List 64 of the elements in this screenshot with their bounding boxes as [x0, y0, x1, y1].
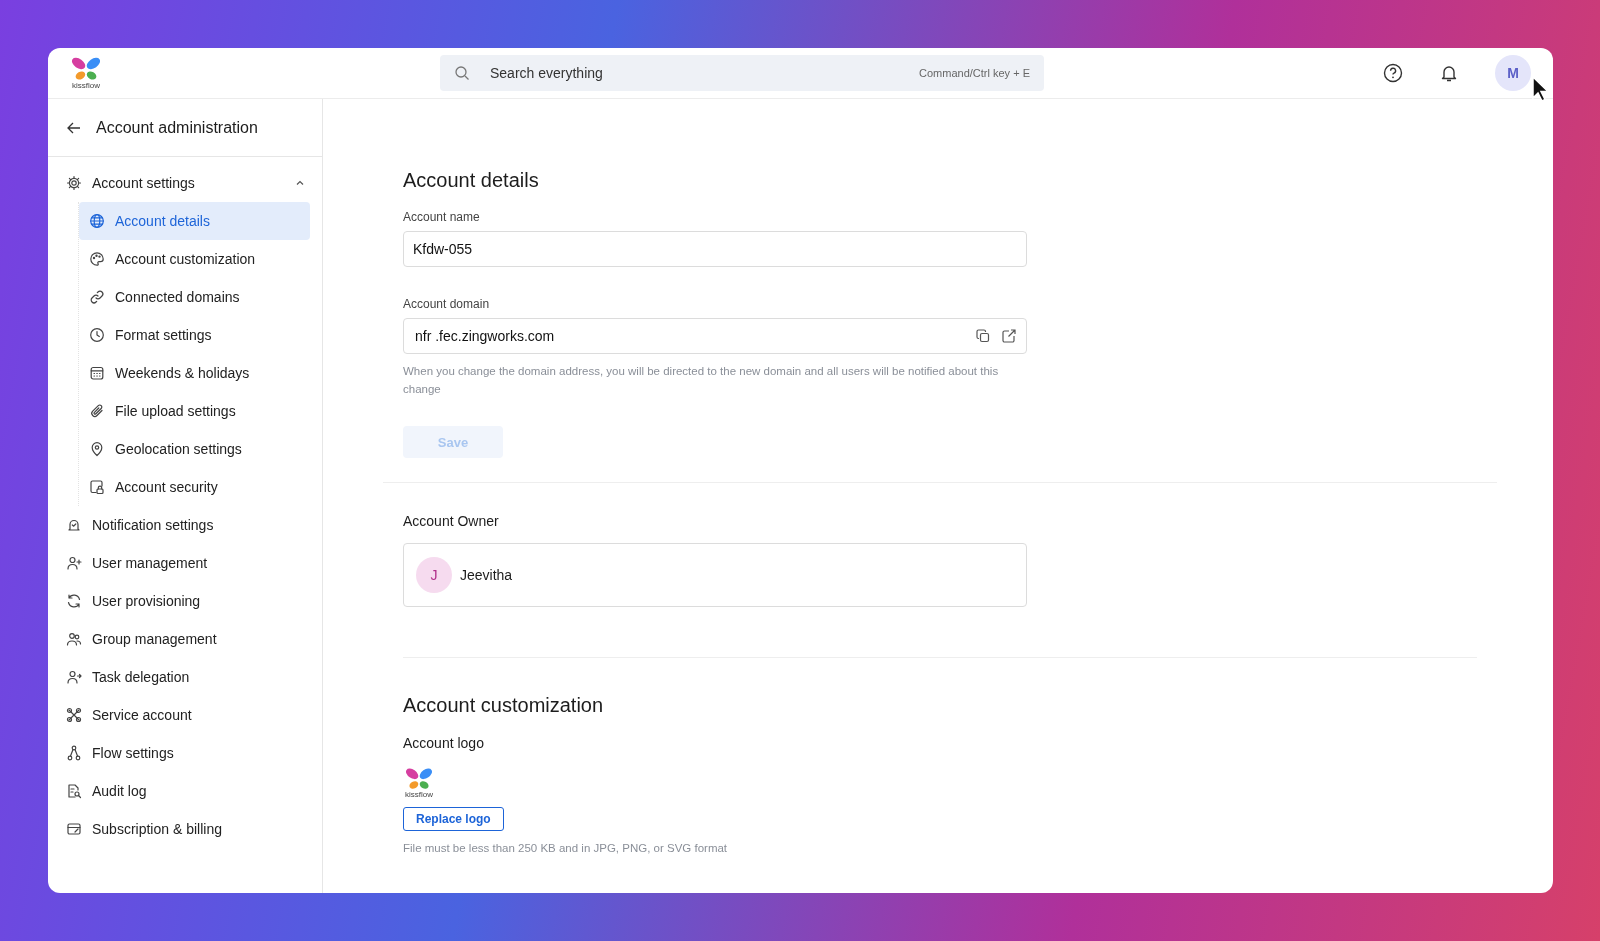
sidebar-item[interactable]: Format settings	[79, 316, 310, 354]
user-plus-icon	[66, 555, 82, 571]
calendar-icon	[89, 365, 105, 381]
logo-wordmark: kissflow	[405, 791, 433, 799]
account-name-field[interactable]: Kfdw-055	[403, 231, 1027, 267]
logo-wordmark: kissflow	[72, 82, 100, 90]
field-label: Account logo	[403, 735, 484, 751]
sidebar-item[interactable]: Account settings	[64, 164, 310, 202]
sidebar-item[interactable]: Account customization	[79, 240, 310, 278]
sidebar-item[interactable]: Task delegation	[64, 658, 310, 696]
users-icon	[66, 631, 82, 647]
sidebar-item[interactable]: File upload settings	[79, 392, 310, 430]
sidebar-item[interactable]: Account details	[79, 202, 310, 240]
sidebar-item[interactable]: Notification settings	[64, 506, 310, 544]
sidebar-item[interactable]: Audit log	[64, 772, 310, 810]
owner-avatar: J	[416, 557, 452, 593]
help-text: File must be less than 250 KB and in JPG, PNG, or SVG format	[403, 841, 728, 856]
sidebar-item[interactable]: User provisioning	[64, 582, 310, 620]
copy-icon[interactable]	[975, 328, 991, 344]
sidebar-title: Account administration	[96, 118, 258, 137]
help-icon[interactable]	[1383, 63, 1403, 83]
field-label: Account name	[403, 210, 480, 224]
paperclip-icon	[89, 403, 105, 419]
kissflow-logo[interactable]: kissflow	[68, 56, 104, 90]
notification-bell-icon[interactable]	[1439, 63, 1459, 83]
external-link-icon[interactable]	[1001, 328, 1017, 344]
butterfly-logo-icon	[69, 56, 103, 82]
shortcut-hint: Command/Ctrl key + E	[919, 67, 1030, 79]
search-input[interactable]: Search everything	[488, 64, 902, 82]
user-avatar[interactable]: M	[1495, 55, 1531, 91]
section-title: Account details	[403, 169, 539, 192]
owner-name: Jeevitha	[460, 567, 513, 583]
pin-icon	[89, 441, 105, 457]
replace-logo-button[interactable]: Replace logo	[403, 807, 504, 831]
account-domain-field[interactable]: nfr .fec.zingworks.com	[403, 318, 1027, 354]
field-label: Account Owner	[403, 513, 499, 529]
flow-icon	[66, 745, 82, 761]
sidebar-item[interactable]: Service account	[64, 696, 310, 734]
lock-icon	[89, 479, 105, 495]
globe-icon	[89, 213, 105, 229]
sidebar-item[interactable]: Geolocation settings	[79, 430, 310, 468]
sidebar-item[interactable]: User management	[64, 544, 310, 582]
butterfly-logo-icon	[403, 767, 435, 791]
doc-search-icon	[66, 783, 82, 799]
sidebar-item[interactable]: Subscription & billing	[64, 810, 310, 848]
bell-check-icon	[66, 517, 82, 533]
field-label: Account domain	[403, 297, 490, 311]
search-icon	[454, 65, 470, 81]
search-bar[interactable]: Search everything Command/Ctrl key + E	[440, 55, 1044, 91]
sidebar-item[interactable]: Flow settings	[64, 734, 310, 772]
help-text: When you change the domain address, you will be directed to the new domain and all users will be notified about this change	[403, 364, 1000, 397]
user-arrow-icon	[66, 669, 82, 685]
palette-icon	[89, 251, 105, 267]
sidebar-item[interactable]: Connected domains	[79, 278, 310, 316]
refresh-icon	[66, 593, 82, 609]
link-icon	[89, 289, 105, 305]
sidebar-item[interactable]: Account security	[79, 468, 310, 506]
domain-input[interactable]: nfr .fec.zingworks.com	[413, 327, 965, 345]
section-title: Account customization	[403, 694, 604, 717]
sidebar-item[interactable]: Group management	[64, 620, 310, 658]
clock-icon	[89, 327, 105, 343]
sidebar-item[interactable]: Weekends & holidays	[79, 354, 310, 392]
card-icon	[66, 821, 82, 837]
gear-icon	[66, 175, 82, 191]
